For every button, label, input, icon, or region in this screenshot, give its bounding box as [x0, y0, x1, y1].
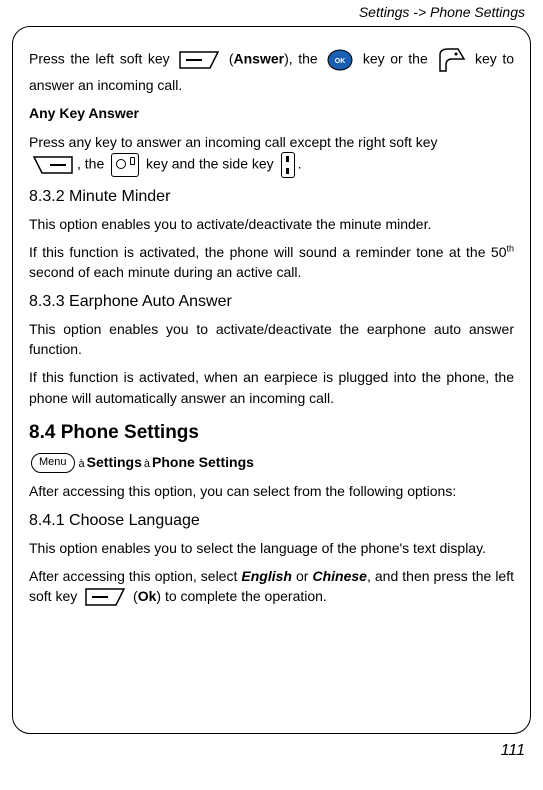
- para-841-2: After accessing this option, select Engl…: [29, 566, 514, 608]
- para-833-1: This option enables you to activate/deac…: [29, 319, 514, 360]
- para-832-1: This option enables you to activate/deac…: [29, 214, 514, 234]
- heading-84: 8.4 Phone Settings: [29, 422, 514, 444]
- nav-path: MenuàSettingsàPhone Settings: [29, 452, 514, 473]
- chinese-option: Chinese: [312, 568, 366, 584]
- para-press-softkey: Press the left soft key (Answer), the OK…: [29, 45, 514, 95]
- text: If this function is activated, the phone…: [29, 244, 506, 260]
- text: , the: [77, 156, 108, 172]
- text: ) to complete the operation.: [156, 588, 326, 604]
- english-option: English: [241, 568, 292, 584]
- nav-settings: Settings: [87, 454, 142, 470]
- page-number: 111: [0, 734, 543, 760]
- breadcrumb-text: Settings -> Phone Settings: [359, 4, 525, 20]
- superscript: th: [506, 244, 514, 254]
- any-key-answer-title: Any Key Answer: [29, 103, 514, 123]
- text: ), the: [284, 51, 323, 67]
- page-content-frame: Press the left soft key (Answer), the OK…: [12, 26, 531, 734]
- text: key and the side key: [146, 156, 278, 172]
- page-number-value: 111: [501, 742, 525, 759]
- text: Press the left soft key: [29, 51, 175, 67]
- header-breadcrumb: Settings -> Phone Settings: [0, 0, 543, 26]
- ok-label: Ok: [138, 588, 157, 604]
- answer-label: Answer: [234, 51, 285, 67]
- menu-button-icon: Menu: [31, 453, 75, 473]
- side-key-icon: [281, 152, 295, 178]
- text: After accessing this option, select: [29, 568, 241, 584]
- arrow-icon: à: [144, 458, 150, 470]
- text: second of each minute during an active c…: [29, 264, 301, 280]
- para-841-1: This option enables you to select the la…: [29, 538, 514, 558]
- left-softkey-icon: [178, 50, 220, 70]
- right-softkey-icon: [32, 155, 74, 175]
- para-any-key: Press any key to answer an incoming call…: [29, 132, 514, 178]
- svg-text:OK: OK: [335, 58, 346, 65]
- heading-841: 8.4.1 Choose Language: [29, 512, 514, 530]
- camera-key-icon: [111, 153, 139, 177]
- text: key or the: [363, 51, 433, 67]
- ok-key-icon: OK: [326, 48, 354, 72]
- nav-phone-settings: Phone Settings: [152, 454, 254, 470]
- heading-832: 8.3.2 Minute Minder: [29, 188, 514, 206]
- text: or: [292, 568, 313, 584]
- heading-833: 8.3.3 Earphone Auto Answer: [29, 293, 514, 311]
- headset-key-icon: [436, 45, 466, 75]
- left-softkey-icon: [84, 587, 126, 607]
- text: .: [298, 156, 302, 172]
- para-84-1: After accessing this option, you can sel…: [29, 481, 514, 501]
- para-832-2: If this function is activated, the phone…: [29, 242, 514, 283]
- para-833-2: If this function is activated, when an e…: [29, 367, 514, 408]
- arrow-icon: à: [79, 458, 85, 470]
- text: Press any key to answer an incoming call…: [29, 134, 438, 150]
